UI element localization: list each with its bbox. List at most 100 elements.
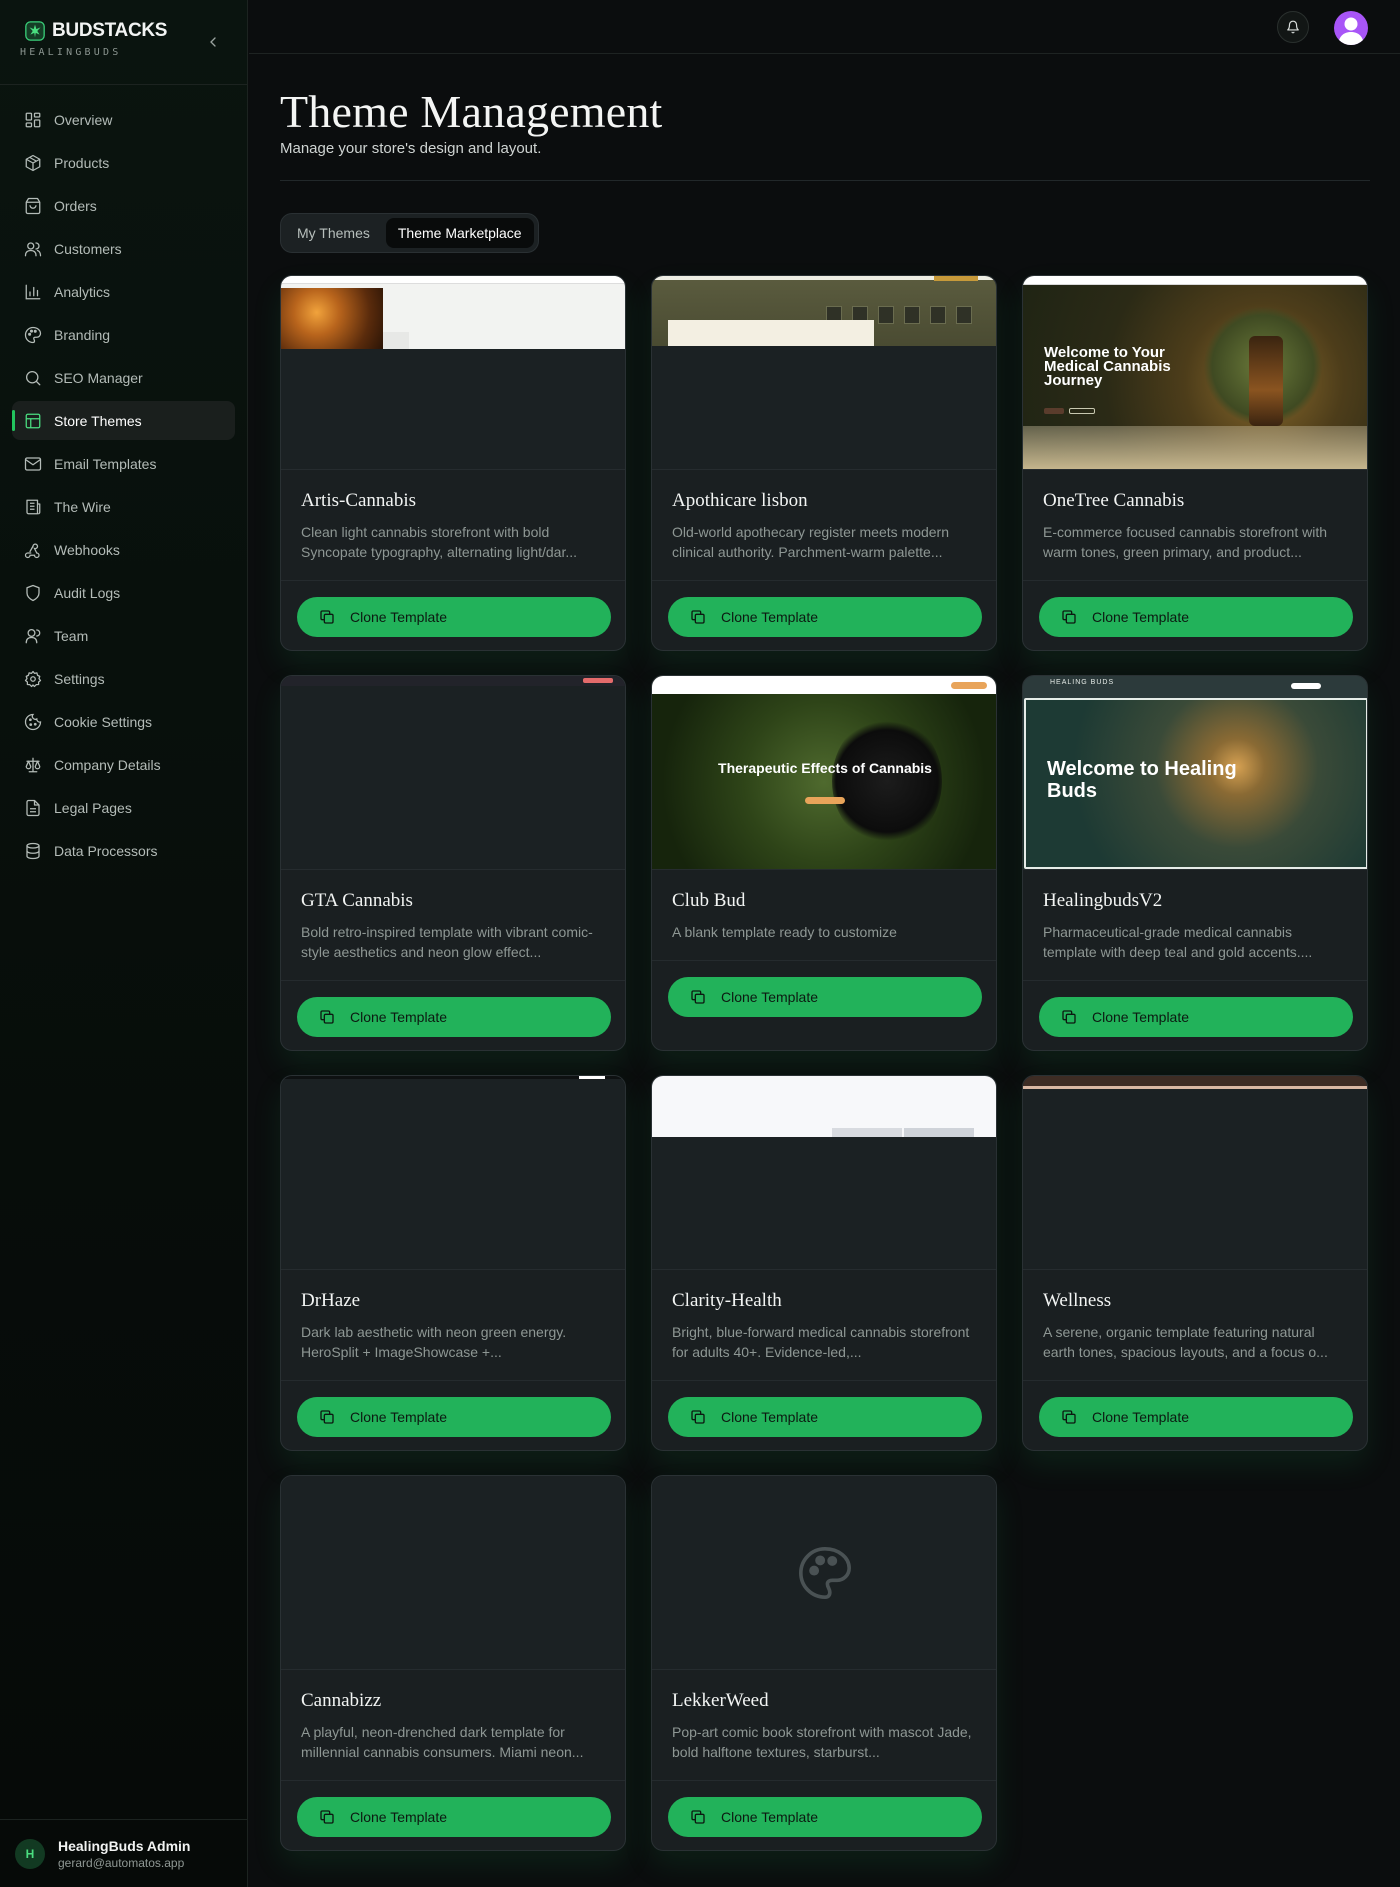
page-subtitle: Manage your store's design and layout. <box>280 140 542 157</box>
bell-icon <box>1287 20 1299 34</box>
template-preview[interactable]: HEALING BUDS Welcome to Healing Buds <box>1023 676 1367 870</box>
notifications-button[interactable] <box>1277 11 1309 43</box>
preview-cta <box>1291 683 1321 689</box>
database-icon <box>26 842 40 859</box>
sidebar-nav: Overview Products Orders Customers Analy… <box>0 85 247 870</box>
clone-template-button[interactable]: Clone Template <box>1039 597 1353 637</box>
sidebar-item-legal-pages[interactable]: Legal Pages <box>12 788 235 827</box>
clone-label: Clone Template <box>350 1809 448 1825</box>
copy-icon <box>1062 610 1076 624</box>
template-card-drhaze: DrHaze Dark lab aesthetic with neon gree… <box>280 1075 626 1451</box>
avatar: H <box>15 1838 45 1869</box>
clone-template-button[interactable]: Clone Template <box>668 977 982 1017</box>
clone-template-button[interactable]: Clone Template <box>297 597 611 637</box>
sidebar-item-company-details[interactable]: Company Details <box>12 745 235 784</box>
preview-button <box>1044 408 1064 414</box>
chevron-left-icon[interactable] <box>205 34 221 50</box>
shield-icon <box>26 584 40 601</box>
page-title: Theme Management <box>280 86 663 137</box>
preview-hero-text: Welcome to Your Medical Cannabis Journey <box>1044 344 1171 389</box>
preview-bottle <box>1249 336 1283 426</box>
template-description: Bold retro-inspired template with vibran… <box>301 924 593 960</box>
template-preview[interactable] <box>652 276 996 470</box>
template-card-clarity-health: Clarity-Health Bright, blue-forward medi… <box>651 1075 997 1451</box>
sidebar-item-data-processors[interactable]: Data Processors <box>12 831 235 870</box>
clone-template-button[interactable]: Clone Template <box>1039 1397 1353 1437</box>
brand: BUDSTACKS HEALINGBUDS <box>0 0 247 85</box>
file-icon <box>26 799 40 816</box>
box-icon <box>25 154 41 171</box>
sidebar-item-email-templates[interactable]: Email Templates <box>12 444 235 483</box>
sidebar-item-audit-logs[interactable]: Audit Logs <box>12 573 235 612</box>
sidebar-item-analytics[interactable]: Analytics <box>12 272 235 311</box>
template-description: Old-world apothecary register meets mode… <box>672 524 950 560</box>
template-name: OneTree Cannabis <box>1043 490 1185 511</box>
template-preview[interactable] <box>281 676 625 870</box>
preview-image <box>904 1128 974 1137</box>
tab-my-themes[interactable]: My Themes <box>285 218 382 248</box>
sidebar-item-customers[interactable]: Customers <box>12 229 235 268</box>
template-description: Pop-art comic book storefront with masco… <box>672 1724 972 1760</box>
sidebar-item-label: Overview <box>54 111 113 128</box>
sidebar-item-branding[interactable]: Branding <box>12 315 235 354</box>
template-preview[interactable] <box>1023 1076 1367 1270</box>
sidebar-item-label: Team <box>54 627 89 644</box>
template-preview[interactable] <box>281 276 625 470</box>
copy-icon <box>320 1410 334 1424</box>
template-preview[interactable] <box>652 1076 996 1270</box>
sidebar-item-products[interactable]: Products <box>12 143 235 182</box>
template-preview[interactable] <box>652 1476 996 1670</box>
template-preview[interactable]: Therapeutic Effects of Cannabis <box>652 676 996 870</box>
tab-theme-marketplace[interactable]: Theme Marketplace <box>385 218 534 248</box>
template-preview[interactable] <box>281 1076 625 1270</box>
sidebar-item-team[interactable]: Team <box>12 616 235 655</box>
clone-label: Clone Template <box>350 609 448 625</box>
leaf-logo-icon <box>25 21 45 41</box>
clone-label: Clone Template <box>350 1009 448 1025</box>
user-profile[interactable]: H HealingBuds Admin gerard@automatos.app <box>0 1819 247 1887</box>
template-name: Artis-Cannabis <box>301 490 417 511</box>
clone-template-button[interactable]: Clone Template <box>297 1397 611 1437</box>
template-description: Bright, blue-forward medical cannabis st… <box>672 1324 970 1360</box>
sidebar-item-orders[interactable]: Orders <box>12 186 235 225</box>
sidebar-item-label: Branding <box>54 326 111 343</box>
profile-avatar-button[interactable] <box>1334 11 1368 45</box>
sidebar: BUDSTACKS HEALINGBUDS Overview Products … <box>0 0 248 1887</box>
template-card-healingbudsv2: HEALING BUDS Welcome to Healing Buds Hea… <box>1022 675 1368 1051</box>
clone-label: Clone Template <box>721 1409 819 1425</box>
template-description: Pharmaceutical-grade medical cannabis te… <box>1043 924 1313 960</box>
sidebar-item-the-wire[interactable]: The Wire <box>12 487 235 526</box>
sidebar-item-store-themes[interactable]: Store Themes <box>12 401 235 440</box>
clone-template-button[interactable]: Clone Template <box>668 1797 982 1837</box>
clone-template-button[interactable]: Clone Template <box>297 997 611 1037</box>
sidebar-item-label: Store Themes <box>54 412 142 429</box>
template-preview[interactable]: Welcome to Your Medical Cannabis Journey <box>1023 276 1367 470</box>
template-description: A serene, organic template featuring nat… <box>1043 1324 1328 1360</box>
sidebar-item-cookie-settings[interactable]: Cookie Settings <box>12 702 235 741</box>
copy-icon <box>320 1810 334 1824</box>
preview-nav <box>652 676 996 694</box>
sidebar-item-label: Products <box>54 154 110 171</box>
clone-template-button[interactable]: Clone Template <box>1039 997 1353 1037</box>
preview-hero-text: Welcome to Healing Buds <box>1047 758 1237 802</box>
grid-icon <box>25 112 41 127</box>
layout-icon <box>25 413 41 428</box>
preview-nav <box>281 676 625 686</box>
preview-parchment <box>668 320 874 346</box>
sidebar-item-label: Analytics <box>54 283 111 300</box>
sidebar-item-overview[interactable]: Overview <box>12 100 235 139</box>
copy-icon <box>320 1010 334 1024</box>
sidebar-item-seo-manager[interactable]: SEO Manager <box>12 358 235 397</box>
copy-icon <box>691 990 705 1004</box>
template-grid: Artis-Cannabis Clean light cannabis stor… <box>280 275 1370 1855</box>
copy-icon <box>1062 1010 1076 1024</box>
sidebar-item-webhooks[interactable]: Webhooks <box>12 530 235 569</box>
clone-template-button[interactable]: Clone Template <box>668 1397 982 1437</box>
clone-template-button[interactable]: Clone Template <box>668 597 982 637</box>
sidebar-item-settings[interactable]: Settings <box>12 659 235 698</box>
sidebar-item-label: Email Templates <box>54 455 157 472</box>
clone-template-button[interactable]: Clone Template <box>297 1797 611 1837</box>
template-preview[interactable] <box>281 1476 625 1670</box>
template-name: Apothicare lisbon <box>672 490 808 511</box>
preview-glove <box>832 716 942 846</box>
